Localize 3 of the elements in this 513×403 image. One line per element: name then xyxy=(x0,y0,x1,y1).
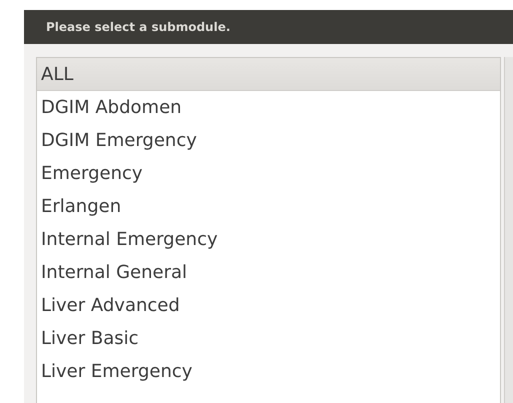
dialog-title: Please select a submodule. xyxy=(24,10,513,44)
scrollbar[interactable] xyxy=(504,57,513,403)
list-item[interactable]: ALL xyxy=(37,58,500,91)
